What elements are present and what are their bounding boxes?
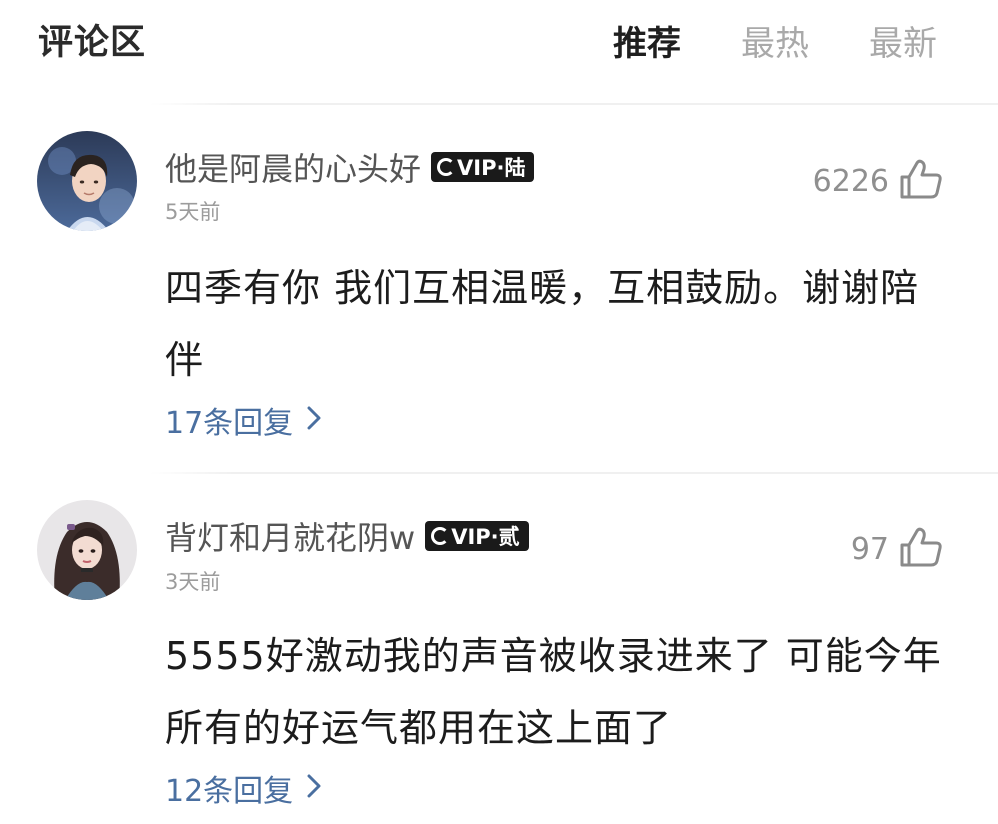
vip-badge-label: VIP·陆 (457, 156, 526, 180)
like-count: 6226 (812, 163, 889, 199)
username-row: 背灯和月就花阴w VIP·贰 (165, 513, 529, 559)
divider (150, 472, 998, 474)
vip-badge: VIP·陆 (431, 152, 535, 182)
comment-header: 评论区 推荐 最热 最新 (0, 0, 998, 100)
comment-time: 5天前 (165, 200, 221, 224)
like-count: 97 (850, 531, 889, 567)
comment-text: 四季有你 我们互相温暖，互相鼓励。谢谢陪伴 (165, 266, 920, 382)
username[interactable]: 他是阿晨的心头好 (165, 144, 421, 190)
tab-recommended[interactable]: 推荐 (613, 16, 681, 65)
vip-badge-label: VIP·贰 (451, 525, 520, 549)
comment-time: 3天前 (165, 570, 221, 594)
replies-label: 17条回复 (165, 406, 294, 441)
username[interactable]: 背灯和月就花阴w (165, 513, 415, 559)
tab-hottest[interactable]: 最热 (741, 16, 809, 65)
thumbs-up-icon (899, 158, 943, 204)
view-replies-link[interactable]: 12条回复 (165, 766, 321, 810)
tab-newest[interactable]: 最新 (869, 16, 937, 65)
chevron-right-icon (307, 771, 321, 806)
like-button[interactable]: 97 (851, 526, 943, 572)
male-avatar-icon[interactable] (37, 131, 137, 231)
vip-logo-icon (437, 158, 456, 176)
username-row: 他是阿晨的心头好 VIP·陆 (165, 144, 535, 190)
chevron-right-icon (307, 403, 321, 438)
comment-section-title: 评论区 (38, 23, 147, 63)
like-button[interactable]: 6226 (813, 158, 943, 204)
female-avatar-icon[interactable] (37, 500, 137, 600)
vip-logo-icon (431, 527, 450, 545)
replies-label: 12条回复 (165, 774, 294, 809)
divider (150, 103, 998, 105)
view-replies-link[interactable]: 17条回复 (165, 398, 321, 442)
comment-text: 5555好激动我的声音被收录进来了 可能今年所有的好运气都用在这上面了 (165, 634, 942, 750)
vip-badge: VIP·贰 (425, 521, 529, 551)
thumbs-up-icon (899, 526, 943, 572)
